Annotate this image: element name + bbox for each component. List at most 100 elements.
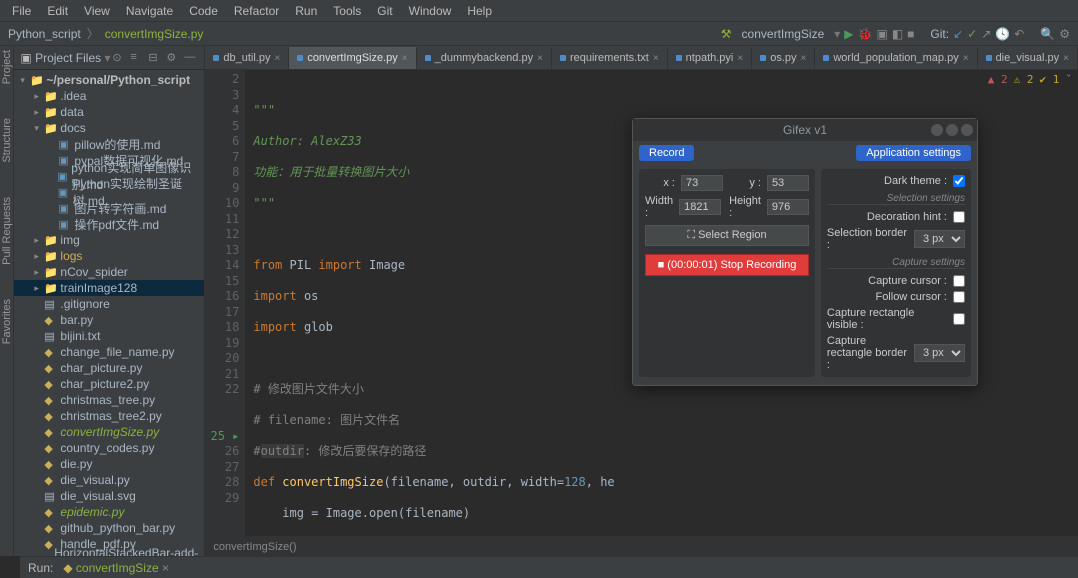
coverage-icon[interactable]: ▣: [876, 27, 887, 41]
stop-icon[interactable]: ■: [907, 27, 914, 41]
tree-file[interactable]: christmas_tree2.py: [60, 409, 161, 423]
height-input[interactable]: [767, 199, 809, 215]
gear-icon[interactable]: ⚙: [166, 51, 180, 65]
tree-file[interactable]: HorizontalStackedBar-add-labels.svg: [54, 546, 204, 556]
project-tree[interactable]: ▾📁~/personal/Python_script ▸📁.idea ▸📁dat…: [14, 70, 204, 556]
tab-record[interactable]: Record: [639, 145, 694, 161]
editor-breadcrumb[interactable]: convertImgSize(): [205, 536, 1078, 556]
tw-pull-requests[interactable]: Pull Requests: [1, 197, 13, 265]
tree-file[interactable]: epidemic.py: [60, 505, 124, 519]
selection-border-select[interactable]: 3 px: [914, 230, 965, 248]
maximize-icon[interactable]: [946, 124, 958, 136]
menu-refactor[interactable]: Refactor: [226, 4, 287, 18]
stop-recording-button[interactable]: ■ (00:00:01) Stop Recording: [645, 254, 809, 276]
tree-trainimage128[interactable]: trainImage128: [60, 281, 137, 295]
tab-requirements[interactable]: requirements.txt×: [552, 47, 668, 69]
menu-window[interactable]: Window: [401, 4, 460, 18]
minimize-icon[interactable]: [931, 124, 943, 136]
menu-help[interactable]: Help: [459, 4, 500, 18]
gifex-dialog[interactable]: Gifex v1 Record Application settings x :…: [632, 118, 978, 386]
close-icon[interactable]: ×: [653, 53, 659, 64]
inspection-summary[interactable]: ▲ 2 ⚠ 2 ✔ 1 ˇ: [988, 72, 1072, 88]
tree-file[interactable]: change_file_name.py: [60, 345, 174, 359]
tree-file[interactable]: char_picture.py: [60, 361, 142, 375]
tab-dievisual[interactable]: die_visual.py×: [978, 47, 1078, 69]
tree-idea[interactable]: .idea: [60, 89, 86, 103]
width-input[interactable]: [679, 199, 721, 215]
hide-icon[interactable]: —: [184, 51, 198, 65]
breadcrumb-project[interactable]: Python_script: [8, 27, 81, 41]
tree-file[interactable]: die.py: [60, 457, 92, 471]
git-update-icon[interactable]: ↙: [953, 27, 963, 41]
close-icon[interactable]: ×: [963, 53, 969, 64]
dialog-titlebar[interactable]: Gifex v1: [633, 119, 977, 141]
tab-worldpop[interactable]: world_population_map.py×: [815, 47, 977, 69]
y-input[interactable]: [767, 175, 809, 191]
close-icon[interactable]: ×: [801, 53, 807, 64]
capture-rect-visible-checkbox[interactable]: [953, 313, 965, 325]
run-icon[interactable]: ▶: [844, 27, 853, 41]
tw-structure[interactable]: Structure: [1, 118, 13, 163]
search-icon[interactable]: 🔍: [1040, 27, 1055, 41]
tree-file[interactable]: die_visual.svg: [60, 489, 135, 503]
tw-project[interactable]: Project: [1, 50, 13, 84]
tree-img[interactable]: img: [60, 233, 79, 247]
tree-file[interactable]: bijini.txt: [60, 329, 100, 343]
close-icon[interactable]: ×: [162, 561, 169, 575]
tree-file[interactable]: die_visual.py: [60, 473, 129, 487]
tree-file[interactable]: country_codes.py: [60, 441, 154, 455]
follow-cursor-checkbox[interactable]: [953, 291, 965, 303]
line-gutter[interactable]: 2345 6789 10111213 14151617 18192021 22 …: [205, 70, 245, 536]
tw-favorites[interactable]: Favorites: [1, 299, 13, 344]
close-icon[interactable]: ×: [274, 53, 280, 64]
collapse-icon[interactable]: ⊟: [148, 51, 162, 65]
menu-code[interactable]: Code: [181, 4, 226, 18]
tab-os[interactable]: os.py×: [752, 47, 815, 69]
hammer-icon[interactable]: ⚒: [721, 27, 732, 41]
menu-view[interactable]: View: [76, 4, 118, 18]
tab-db-util[interactable]: db_util.py×: [205, 47, 289, 69]
expand-icon[interactable]: ≡: [130, 51, 144, 65]
menu-git[interactable]: Git: [369, 4, 400, 18]
menu-file[interactable]: File: [4, 4, 39, 18]
tree-ncov[interactable]: nCov_spider: [60, 265, 127, 279]
tab-app-settings[interactable]: Application settings: [856, 145, 971, 161]
run-label[interactable]: Run:: [28, 561, 53, 575]
close-icon[interactable]: ×: [402, 53, 408, 64]
decoration-hint-checkbox[interactable]: [953, 211, 965, 223]
tree-file-current[interactable]: convertImgSize.py: [60, 425, 159, 439]
tab-convertimgsize[interactable]: convertImgSize.py×: [289, 47, 416, 69]
tree-file[interactable]: 图片转字符画.md: [74, 200, 166, 217]
ide-settings-icon[interactable]: ⚙: [1059, 27, 1070, 41]
tab-dummybackend[interactable]: _dummybackend.py×: [417, 47, 552, 69]
tree-file[interactable]: .gitignore: [60, 297, 109, 311]
close-icon[interactable]: ×: [1063, 53, 1069, 64]
tree-logs[interactable]: logs: [60, 249, 82, 263]
close-icon[interactable]: ×: [537, 53, 543, 64]
tree-file[interactable]: pillow的使用.md: [74, 136, 160, 153]
capture-rect-border-select[interactable]: 3 px: [914, 344, 965, 362]
breadcrumb-file[interactable]: convertImgSize.py: [105, 27, 204, 41]
x-input[interactable]: [681, 175, 723, 191]
tree-root[interactable]: ~/personal/Python_script: [46, 73, 190, 87]
tree-docs[interactable]: docs: [60, 121, 85, 135]
debug-icon[interactable]: 🐞: [858, 27, 873, 41]
menu-tools[interactable]: Tools: [325, 4, 369, 18]
select-region-button[interactable]: ⛶ Select Region: [645, 225, 809, 246]
git-commit-icon[interactable]: ✓: [967, 27, 977, 41]
tree-file[interactable]: github_python_bar.py: [60, 521, 175, 535]
tab-ntpath[interactable]: ntpath.pyi×: [668, 47, 753, 69]
close-icon[interactable]: [961, 124, 973, 136]
tree-file[interactable]: char_picture2.py: [60, 377, 149, 391]
run-tab[interactable]: ◆ convertImgSize ×: [63, 561, 169, 575]
tree-file[interactable]: christmas_tree.py: [60, 393, 155, 407]
dark-theme-checkbox[interactable]: [953, 175, 965, 187]
git-rollback-icon[interactable]: ↶: [1014, 27, 1024, 41]
run-config-dropdown[interactable]: convertImgSize: [736, 27, 831, 41]
tree-file[interactable]: 操作pdf文件.md: [74, 216, 159, 233]
menu-run[interactable]: Run: [287, 4, 325, 18]
project-panel-title[interactable]: ▣ Project Files ▾: [20, 51, 110, 65]
tree-data[interactable]: data: [60, 105, 83, 119]
git-history-icon[interactable]: 🕓: [995, 27, 1010, 41]
tree-file[interactable]: bar.py: [60, 313, 93, 327]
